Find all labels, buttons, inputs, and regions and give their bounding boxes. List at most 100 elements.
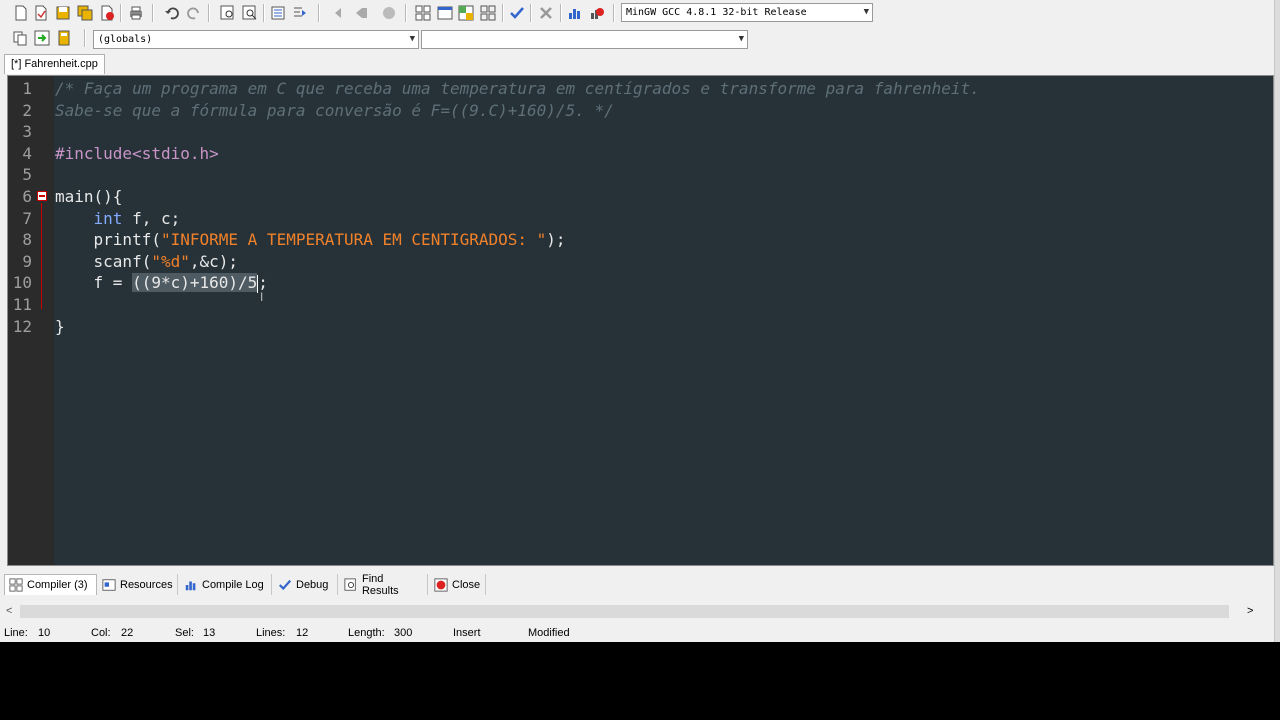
- arrow-left-icon[interactable]: [329, 3, 349, 23]
- debug-bug-icon[interactable]: [587, 3, 607, 23]
- chart-icon[interactable]: [565, 3, 585, 23]
- goto-declaration-icon[interactable]: [32, 28, 52, 48]
- tab-find-results[interactable]: Find Results: [340, 572, 428, 597]
- scrollbar-thumb[interactable]: [20, 605, 1229, 618]
- code-line[interactable]: 12}: [8, 316, 1268, 338]
- stop-icon[interactable]: [379, 3, 399, 23]
- arrow-left-block-icon[interactable]: [351, 3, 371, 23]
- status-lines-value: 12: [296, 627, 309, 639]
- code-token: "INFORME A TEMPERATURA EM CENTIGRADOS: ": [160, 230, 547, 250]
- status-sel-value: 13: [203, 627, 216, 639]
- fold-collapse-icon[interactable]: [37, 191, 47, 201]
- chart-icon: [185, 581, 196, 590]
- code-line[interactable]: 9 scanf("%d",&c);: [8, 251, 1268, 273]
- status-lines-label: Lines:: [256, 627, 286, 639]
- status-length-label: Length:: [348, 627, 385, 639]
- line-number: 1: [22, 79, 32, 98]
- find-icon[interactable]: [218, 3, 238, 23]
- code-token: main(){: [55, 187, 123, 206]
- undo-icon[interactable]: [162, 3, 182, 23]
- new-file-icon[interactable]: [11, 3, 31, 23]
- tab-close[interactable]: Close: [430, 574, 486, 595]
- file-tab[interactable]: [*] Fahrenheit.cpp: [4, 54, 105, 74]
- code-token: printf(: [55, 230, 161, 250]
- check-icon: [278, 579, 292, 590]
- tab-debug[interactable]: Debug: [274, 574, 338, 595]
- code-line[interactable]: 1 /* Faça um programa em C que receba uma…: [8, 78, 1268, 100]
- line-number: 7: [22, 208, 32, 228]
- grid-icon[interactable]: [413, 3, 433, 23]
- tab-label: Debug: [296, 578, 329, 591]
- code-token: /* Faça um programa em C que receba uma …: [55, 79, 980, 98]
- tab-label: Resources: [120, 578, 173, 591]
- chevron-down-icon: ▼: [863, 7, 869, 17]
- status-length-value: 300: [394, 627, 413, 639]
- goto-icon[interactable]: [290, 3, 310, 23]
- check-icon[interactable]: [507, 3, 527, 23]
- fold-line: [41, 203, 42, 309]
- table-icon[interactable]: [456, 3, 476, 23]
- tab-resources[interactable]: Resources: [98, 574, 178, 595]
- globals-select[interactable]: (globals) ▼: [93, 30, 419, 49]
- code-token: "%d": [151, 251, 190, 271]
- code-line[interactable]: 4 #include<stdio.h>: [8, 143, 1268, 165]
- code-token: #include<stdio.h>: [55, 143, 219, 163]
- tab-compiler[interactable]: Compiler (3): [4, 574, 97, 595]
- window-icon[interactable]: [435, 3, 455, 23]
- code-line[interactable]: 8 printf("INFORME A TEMPERATURA EM CENTI…: [8, 229, 1268, 251]
- code-token: );: [546, 230, 566, 250]
- code-text: main(){: [55, 186, 122, 208]
- close-file-icon[interactable]: [97, 3, 117, 23]
- redo-icon[interactable]: [184, 3, 204, 23]
- code-text: /* Faça um programa em C que receba uma …: [55, 78, 980, 100]
- code-token: f, c;: [122, 208, 181, 228]
- close-icon: [434, 577, 448, 592]
- scroll-left-icon[interactable]: <: [6, 603, 12, 620]
- code-line[interactable]: 6 main(){: [8, 186, 1268, 208]
- compiler-select[interactable]: MinGW GCC 4.8.1 32-bit Release ▼: [621, 3, 873, 22]
- horizontal-scrollbar[interactable]: < >: [0, 603, 1268, 620]
- class-browser-icon[interactable]: [10, 28, 30, 48]
- line-number: 9: [22, 251, 32, 271]
- right-edge-scrollbar[interactable]: [1274, 0, 1280, 642]
- line-number: 4: [22, 143, 32, 163]
- status-sel-label: Sel:: [175, 627, 194, 639]
- status-insert-mode: Insert: [453, 627, 481, 639]
- code-line[interactable]: 3: [8, 121, 1268, 143]
- status-bar: Line: 10 Col: 22 Sel: 13 Lines: 12 Lengt…: [0, 624, 1280, 642]
- save-all-icon[interactable]: [75, 3, 95, 23]
- code-text: int f, c;: [55, 208, 181, 230]
- devcpp-window: MinGW GCC 4.8.1 32-bit Release ▼ (global…: [0, 0, 1280, 642]
- code-text: f = ((9*c)+160)/5;: [55, 272, 268, 294]
- tab-compile-log[interactable]: Compile Log: [180, 574, 272, 595]
- line-number: 6: [22, 187, 32, 206]
- members-select[interactable]: ▼: [421, 30, 748, 49]
- status-line-value: 10: [38, 627, 51, 639]
- open-file-icon[interactable]: [31, 3, 51, 23]
- tab-label: Compile Log: [202, 578, 264, 591]
- code-token: ,&c);: [189, 251, 239, 271]
- tab-label: Find Results: [361, 572, 399, 597]
- globals-select-value: (globals): [98, 34, 153, 45]
- indent-icon[interactable]: [268, 3, 288, 23]
- code-line[interactable]: 10 f = ((9*c)+160)/5;: [8, 272, 1268, 294]
- delete-icon[interactable]: [536, 3, 556, 23]
- replace-icon[interactable]: [240, 3, 260, 23]
- scroll-right-icon[interactable]: >: [1247, 603, 1253, 620]
- status-line-label: Line:: [4, 627, 28, 639]
- main-toolbar: MinGW GCC 4.8.1 32-bit Release ▼: [0, 0, 876, 26]
- save-icon[interactable]: [53, 3, 73, 23]
- compiler-grid-icon: [9, 578, 23, 592]
- code-line[interactable]: 7 int f, c;: [8, 208, 1268, 230]
- code-text: scanf("%d",&c);: [55, 251, 239, 273]
- code-token: int: [93, 208, 123, 228]
- bookmark-icon[interactable]: [54, 28, 74, 48]
- print-icon[interactable]: [126, 3, 146, 23]
- line-number: 5: [22, 165, 32, 185]
- code-line[interactable]: 2 Sabe-se que a fórmula para conversão é …: [8, 100, 1268, 122]
- code-line[interactable]: 5: [8, 164, 1268, 186]
- grid-small-icon[interactable]: [478, 3, 498, 23]
- code-text: }: [55, 316, 65, 338]
- code-line[interactable]: 11: [8, 294, 1268, 316]
- code-editor[interactable]: 1 /* Faça um programa em C que receba uma…: [7, 75, 1274, 566]
